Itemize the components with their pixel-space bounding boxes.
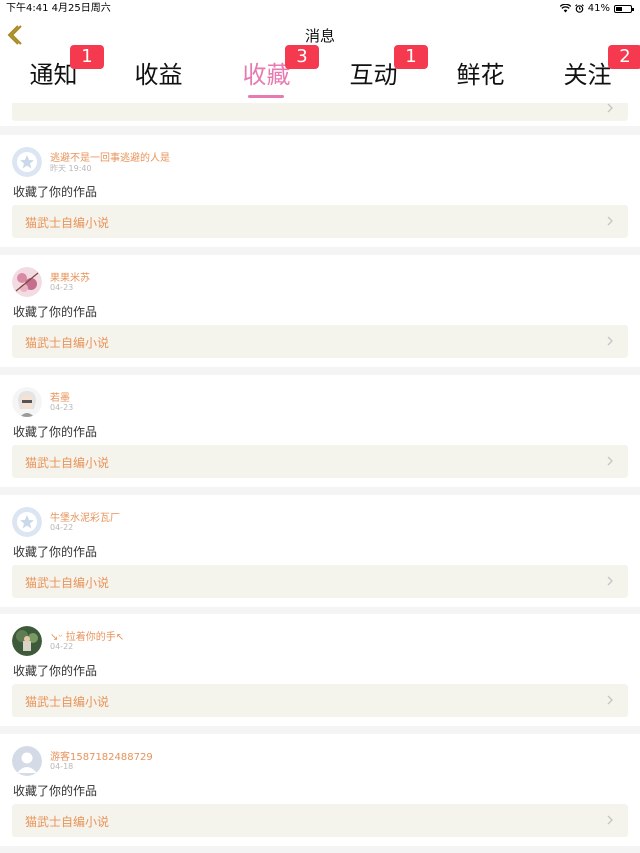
status-time-date: 下午4:41 4月25日周六 <box>6 3 111 14</box>
tab-following[interactable]: 关注 2 <box>534 45 640 103</box>
tab-badge: 2 <box>608 45 640 69</box>
username[interactable]: 牛堡水泥彩瓦厂 <box>50 509 120 524</box>
chevron-right-icon <box>607 695 613 705</box>
username[interactable]: 果果米苏 <box>50 269 90 284</box>
battery-percent: 41% <box>587 3 610 14</box>
action-text: 收藏了你的作品 <box>13 664 98 678</box>
list-item: ↘ᵕ 拉着你的手↖ 04-22 收藏了你的作品 猫武士自编小说 <box>0 614 640 726</box>
wifi-icon <box>559 4 571 13</box>
timestamp: 04-18 <box>50 762 74 771</box>
work-title: 猫武士自编小说 <box>25 576 110 590</box>
username[interactable]: 逃避不是一回事逃避的人是 <box>50 149 170 164</box>
work-link[interactable]: 猫武士自编小说 <box>12 684 628 717</box>
timestamp: 04-22 <box>50 523 74 532</box>
tab-badge: 1 <box>70 45 104 69</box>
tab-bar: 通知 1 收益 收藏 3 互动 1 鲜花 关注 2 <box>0 45 640 103</box>
action-text: 收藏了你的作品 <box>13 425 98 439</box>
tab-favorites[interactable]: 收藏 3 <box>213 45 320 103</box>
tab-earnings[interactable]: 收益 <box>105 53 212 103</box>
page-title: 消息 <box>304 27 335 45</box>
messages-screen: 下午4:41 4月25日周六 41% 消息 通知 1 收益 收藏 3 互动 1 … <box>0 0 640 853</box>
avatar[interactable] <box>12 267 42 297</box>
avatar[interactable] <box>12 147 42 177</box>
timestamp: 04-23 <box>50 403 74 412</box>
alarm-icon <box>574 4 584 13</box>
username[interactable]: ↘ᵕ 拉着你的手↖ <box>50 628 124 643</box>
pink-flower-avatar-icon <box>12 267 42 297</box>
white-hair-character-avatar-icon <box>12 387 42 417</box>
chevron-right-icon <box>607 103 613 113</box>
tab-interactions[interactable]: 互动 1 <box>320 45 428 103</box>
work-title: 猫武士自编小说 <box>25 695 110 709</box>
list-item: 牛堡水泥彩瓦厂 04-22 收藏了你的作品 猫武士自编小说 <box>0 495 640 607</box>
work-link[interactable]: 猫武士自编小说 <box>12 565 628 598</box>
active-tab-indicator <box>248 95 284 98</box>
favorites-feed[interactable]: 逃避不是一回事逃避的人是 昨天 19:40 收藏了你的作品 猫武士自编小说 果果… <box>0 103 640 853</box>
work-link[interactable]: 猫武士自编小说 <box>12 804 628 837</box>
avatar[interactable] <box>12 387 42 417</box>
tab-badge: 3 <box>285 45 319 69</box>
timestamp: 昨天 19:40 <box>50 164 92 173</box>
list-item: 逃避不是一回事逃避的人是 昨天 19:40 收藏了你的作品 猫武士自编小说 <box>0 135 640 247</box>
list-item: 游客1587182488729 04-18 收藏了你的作品 猫武士自编小说 <box>0 734 640 846</box>
battery-icon <box>614 4 634 13</box>
default-star-avatar-icon <box>12 507 42 537</box>
list-item: 若墨 04-23 收藏了你的作品 猫武士自编小说 <box>0 375 640 487</box>
action-text: 收藏了你的作品 <box>13 185 98 199</box>
partial-list-item <box>0 103 640 126</box>
tab-notifications[interactable]: 通知 1 <box>0 45 107 103</box>
chevron-right-icon <box>607 815 613 825</box>
list-item: 果果米苏 04-23 收藏了你的作品 猫武士自编小说 <box>0 255 640 367</box>
work-title: 猫武士自编小说 <box>25 336 110 350</box>
tab-flowers[interactable]: 鲜花 <box>427 53 534 103</box>
username[interactable]: 若墨 <box>50 389 70 404</box>
default-star-avatar-icon <box>12 147 42 177</box>
tab-badge: 1 <box>394 45 428 69</box>
timestamp: 04-23 <box>50 283 74 292</box>
tab-label: 鲜花 <box>456 61 505 89</box>
guest-person-avatar-icon <box>12 746 42 776</box>
avatar[interactable] <box>12 507 42 537</box>
work-link[interactable]: 猫武士自编小说 <box>12 325 628 358</box>
work-title: 猫武士自编小说 <box>25 456 110 470</box>
green-photo-avatar-icon <box>12 626 42 656</box>
work-title: 猫武士自编小说 <box>25 815 110 829</box>
action-text: 收藏了你的作品 <box>13 545 98 559</box>
chevron-right-icon <box>607 336 613 346</box>
work-link[interactable]: 猫武士自编小说 <box>12 445 628 478</box>
chevron-right-icon <box>607 456 613 466</box>
avatar[interactable] <box>12 746 42 776</box>
timestamp: 04-22 <box>50 642 74 651</box>
work-title: 猫武士自编小说 <box>25 216 110 230</box>
work-link-partial[interactable] <box>12 103 628 121</box>
status-bar: 下午4:41 4月25日周六 41% <box>0 0 640 17</box>
username[interactable]: 游客1587182488729 <box>50 748 153 763</box>
action-text: 收藏了你的作品 <box>13 784 98 798</box>
avatar[interactable] <box>12 626 42 656</box>
tab-label: 收益 <box>134 61 183 89</box>
action-text: 收藏了你的作品 <box>13 305 98 319</box>
chevron-right-icon <box>607 216 613 226</box>
work-link[interactable]: 猫武士自编小说 <box>12 205 628 238</box>
chevron-right-icon <box>607 576 613 586</box>
